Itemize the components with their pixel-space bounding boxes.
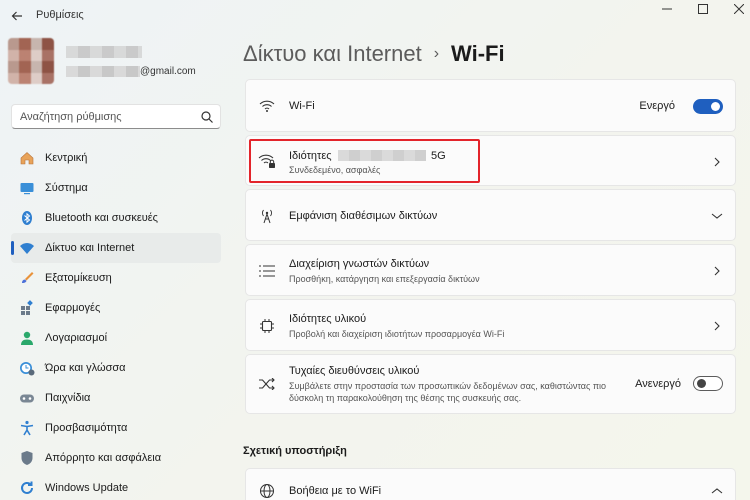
known-networks-card[interactable]: Διαχείριση γνωστών δικτύων Προσθήκη, κατ…	[245, 244, 736, 296]
wifi-help-title: Βοήθεια με το WiFi	[289, 485, 382, 497]
shuffle-icon	[258, 375, 276, 393]
minimize-icon	[662, 8, 672, 10]
sidebar-item-label: Κεντρική	[45, 152, 88, 164]
wifi-icon	[258, 97, 276, 115]
close-button[interactable]	[722, 0, 750, 18]
chip-icon	[258, 317, 276, 335]
toggle-knob	[711, 102, 720, 111]
sidebar-item-windows-update[interactable]: Windows Update	[11, 473, 221, 500]
known-networks-subtitle: Προσθήκη, κατάργηση και επεξεργασία δικτ…	[289, 274, 480, 284]
network-icon	[19, 240, 35, 256]
search-box[interactable]	[11, 104, 221, 129]
update-icon	[19, 480, 35, 496]
random-addresses-title: Τυχαίες διευθύνσεις υλικού	[289, 365, 420, 377]
window-title: Ρυθμίσεις	[36, 9, 84, 21]
sidebar-item-privacy-security[interactable]: Απόρρητο και ασφάλεια	[11, 443, 221, 473]
antenna-icon	[258, 207, 276, 225]
sidebar-item-label: Παιχνίδια	[45, 392, 91, 404]
globe-icon	[258, 482, 276, 500]
system-icon	[19, 180, 35, 196]
wifi-card-title: Wi-Fi	[289, 100, 315, 112]
wifi-help-card[interactable]: Βοήθεια με το WiFi	[245, 468, 736, 500]
random-addresses-toggle-label: Ανενεργό	[635, 378, 681, 390]
chevron-down-icon	[711, 210, 723, 222]
random-addresses-subtitle-line2: δύσκολη τη παρακολούθηση της θέσης της σ…	[289, 393, 522, 403]
sidebar-item-label: Δίκτυο και Internet	[45, 242, 135, 254]
toggle-knob	[697, 379, 706, 388]
back-arrow-icon	[11, 11, 22, 21]
accessibility-icon	[19, 420, 35, 436]
sidebar-item-personalization[interactable]: Εξατομίκευση	[11, 263, 221, 293]
wifi-toggle-card: Wi-Fi Ενεργό	[245, 79, 736, 132]
random-hardware-addresses-card: Τυχαίες διευθύνσεις υλικού Συμβάλετε στη…	[245, 354, 736, 414]
list-icon	[258, 262, 276, 280]
shield-icon	[19, 450, 35, 466]
highlight-box	[249, 139, 480, 183]
avatar[interactable]	[8, 38, 54, 84]
sidebar-item-label: Λογαριασμοί	[45, 332, 108, 344]
random-addresses-subtitle-line1: Συμβάλετε στην προστασία των προσωπικών …	[289, 381, 607, 391]
chevron-right-icon	[711, 156, 723, 168]
email-redacted	[66, 66, 140, 77]
sidebar-item-label: Προσβασιμότητα	[45, 422, 128, 434]
sidebar-item-label: Windows Update	[45, 482, 129, 494]
brush-icon	[19, 270, 35, 286]
sidebar-item-label: Απόρρητο και ασφάλεια	[45, 452, 162, 464]
close-icon	[734, 4, 744, 14]
sidebar-item-network[interactable]: Δίκτυο και Internet	[11, 233, 221, 263]
back-button[interactable]	[7, 6, 27, 26]
breadcrumb-parent[interactable]: Δίκτυο και Internet	[243, 41, 422, 67]
sidebar-item-label: Bluetooth και συσκευές	[45, 212, 158, 224]
sidebar-item-time-language[interactable]: Ώρα και γλώσσα	[11, 353, 221, 383]
maximize-button[interactable]	[686, 0, 720, 18]
hardware-properties-title: Ιδιότητες υλικού	[289, 313, 367, 325]
hardware-properties-card[interactable]: Ιδιότητες υλικού Προβολή και διαχείριση …	[245, 299, 736, 351]
sidebar-item-label: Σύστημα	[45, 182, 88, 194]
apps-icon	[19, 300, 35, 316]
sidebar-item-home[interactable]: Κεντρική	[11, 143, 221, 173]
sidebar-item-system[interactable]: Σύστημα	[11, 173, 221, 203]
email-suffix: @gmail.com	[140, 66, 196, 77]
search-input[interactable]	[12, 105, 192, 128]
user-name-redacted	[66, 46, 142, 58]
available-networks-card[interactable]: Εμφάνιση διαθέσιμων δικτύων	[245, 189, 736, 241]
bluetooth-icon	[19, 210, 35, 226]
sidebar-item-label: Ώρα και γλώσσα	[45, 362, 126, 374]
title-bar: Ρυθμίσεις	[0, 0, 750, 30]
sidebar-item-accessibility[interactable]: Προσβασιμότητα	[11, 413, 221, 443]
breadcrumb: Δίκτυο και Internet › Wi-Fi	[243, 38, 505, 70]
home-icon	[19, 150, 35, 166]
chevron-right-icon	[711, 265, 723, 277]
sidebar-item-accounts[interactable]: Λογαριασμοί	[11, 323, 221, 353]
account-icon	[19, 330, 35, 346]
chevron-up-icon	[711, 485, 723, 497]
chevron-right-icon	[711, 320, 723, 332]
random-addresses-toggle[interactable]	[693, 376, 723, 391]
sidebar-item-apps[interactable]: Εφαρμογές	[11, 293, 221, 323]
clock-globe-icon	[19, 360, 35, 376]
sidebar-item-label: Εφαρμογές	[45, 302, 101, 314]
known-networks-title: Διαχείριση γνωστών δικτύων	[289, 258, 430, 270]
sidebar-nav: Κεντρική Σύστημα Bluetooth και συσκευές …	[11, 143, 221, 500]
maximize-icon	[698, 4, 708, 14]
minimize-button[interactable]	[650, 0, 684, 18]
wifi-toggle[interactable]	[693, 99, 723, 114]
wifi-toggle-label: Ενεργό	[639, 100, 675, 112]
page-title: Wi-Fi	[451, 41, 505, 66]
breadcrumb-separator: ›	[433, 45, 440, 62]
sidebar-item-gaming[interactable]: Παιχνίδια	[11, 383, 221, 413]
sidebar-item-label: Εξατομίκευση	[45, 272, 112, 284]
search-icon[interactable]	[200, 110, 214, 124]
hardware-properties-subtitle: Προβολή και διαχείριση ιδιοτήτων προσαρμ…	[289, 329, 505, 339]
gamepad-icon	[19, 390, 35, 406]
available-networks-title: Εμφάνιση διαθέσιμων δικτύων	[289, 210, 438, 222]
related-support-heading: Σχετική υποστήριξη	[243, 445, 347, 457]
sidebar-item-bluetooth[interactable]: Bluetooth και συσκευές	[11, 203, 221, 233]
